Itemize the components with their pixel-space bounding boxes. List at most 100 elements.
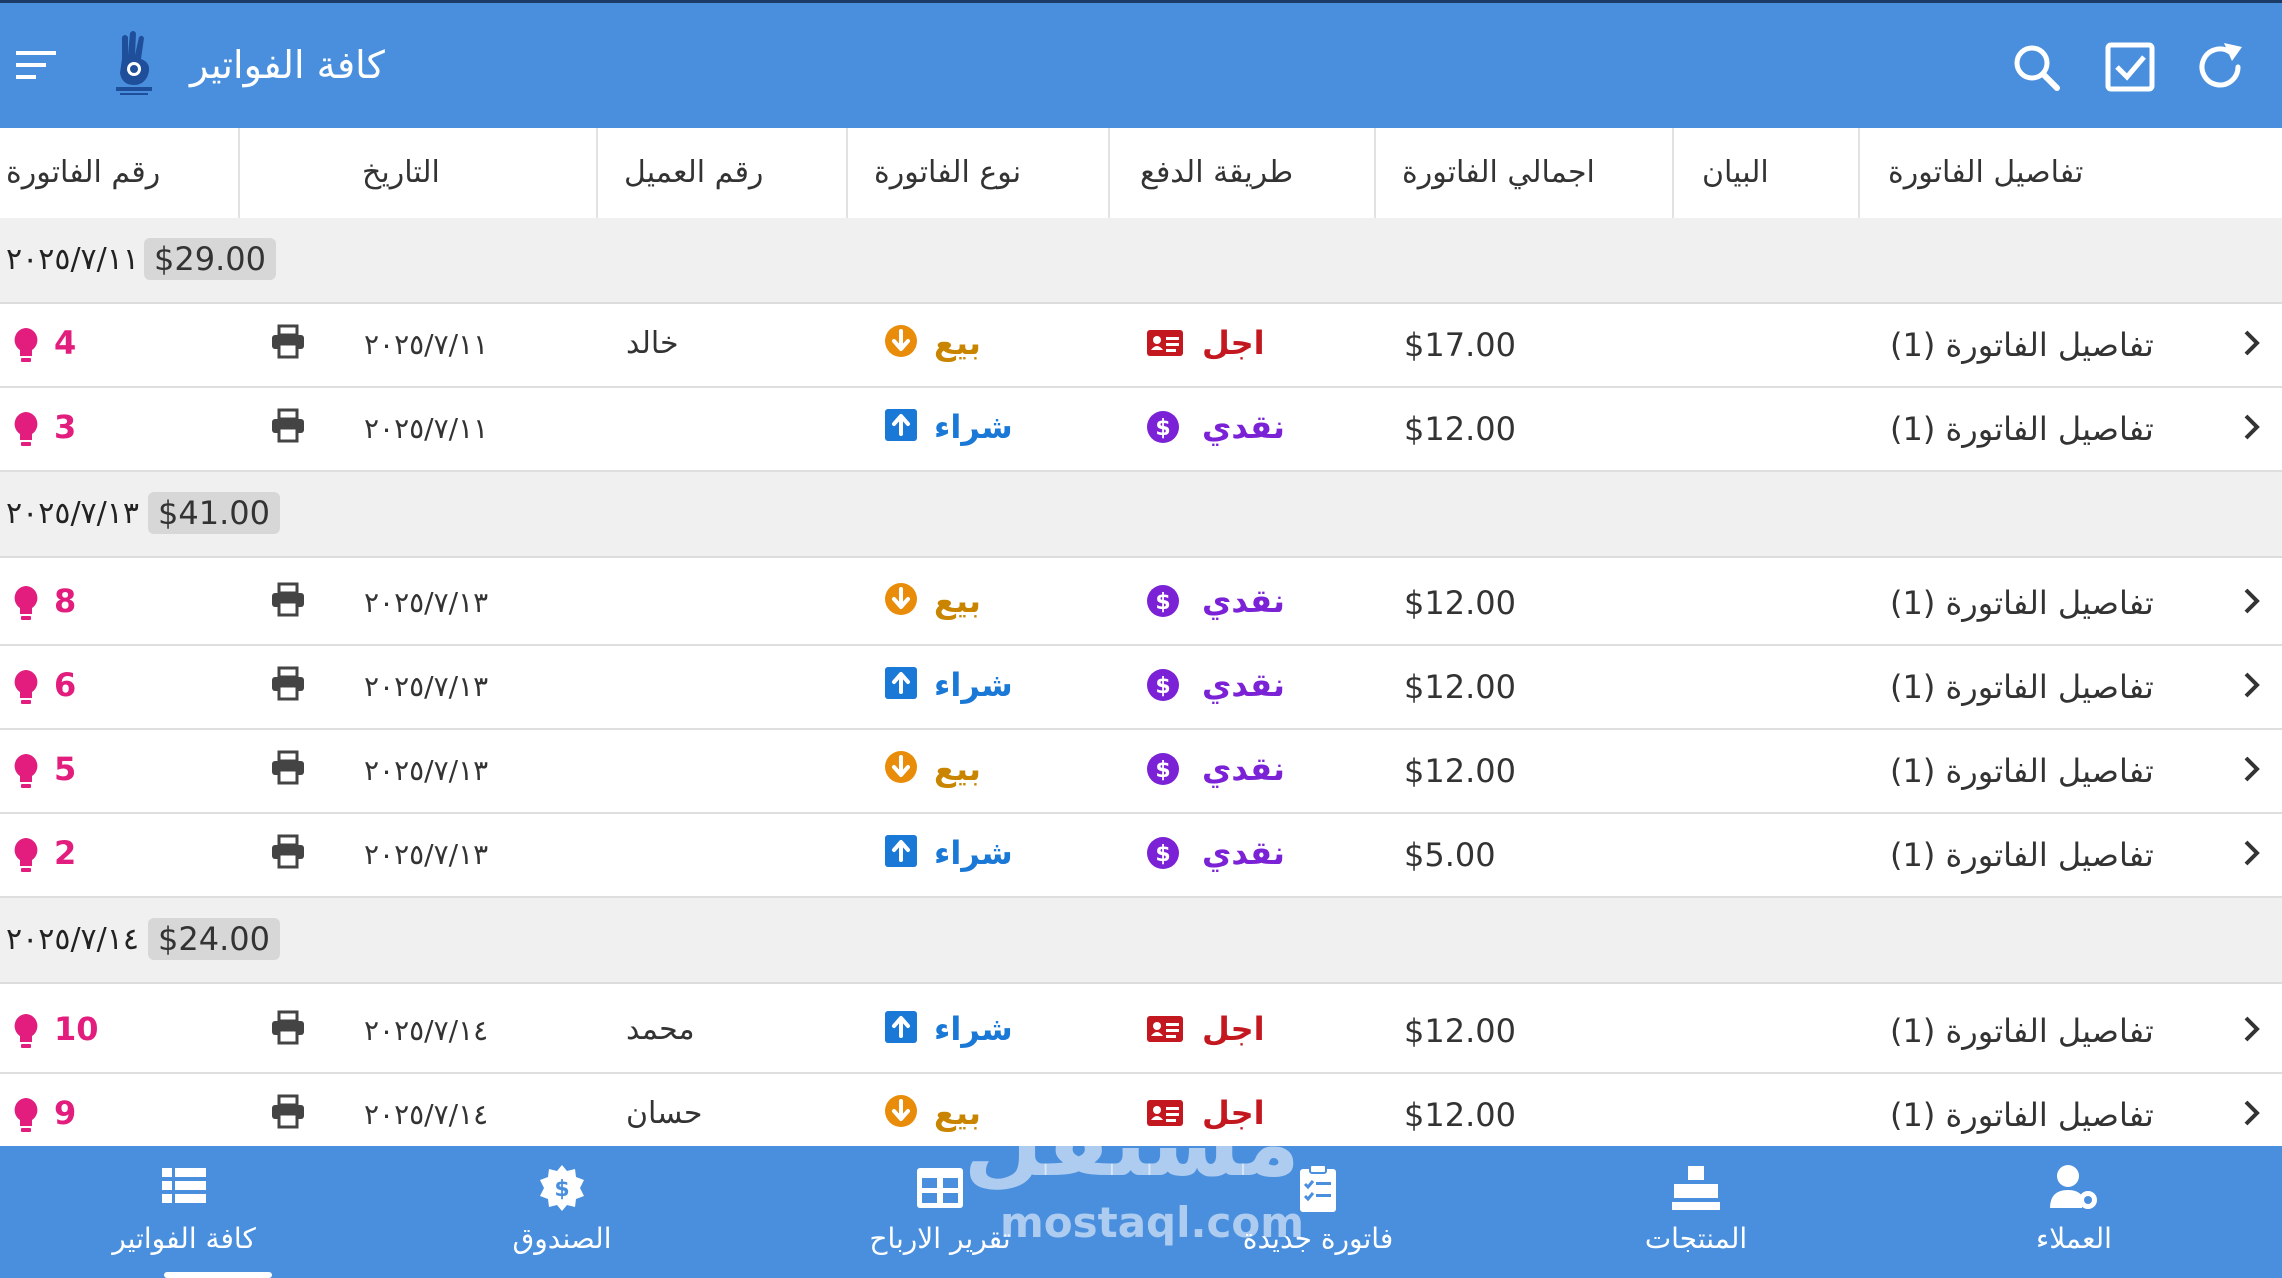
- chevron-right-icon[interactable]: [2240, 328, 2264, 358]
- column-invoice-number[interactable]: رقم الفاتورة: [6, 128, 160, 218]
- invoice-details-link[interactable]: تفاصيل الفاتورة (1): [1890, 326, 2154, 364]
- payment-method-label: اجل: [1202, 324, 1265, 362]
- group-total-badge: $29.00: [144, 238, 276, 280]
- column-invoice-total[interactable]: اجمالي الفاتورة: [1402, 128, 1595, 218]
- lightbulb-icon[interactable]: [12, 326, 40, 366]
- payment-method-label: نقدي: [1202, 666, 1285, 704]
- sale-arrow-down-icon: [885, 1095, 917, 1127]
- invoice-details-link[interactable]: تفاصيل الفاتورة (1): [1890, 584, 2154, 622]
- products-icon: [1672, 1166, 1720, 1210]
- invoice-date: ٢٠٢٥/٧/١٣: [364, 586, 489, 619]
- column-divider: [1672, 128, 1674, 218]
- payment-method-label: نقدي: [1202, 582, 1285, 620]
- nav-all-invoices[interactable]: كافة الفواتير: [34, 1146, 334, 1278]
- invoice-amount: $12.00: [1404, 584, 1516, 622]
- group-date: ٢٠٢٥/٧/١١: [6, 242, 140, 277]
- column-invoice-type[interactable]: نوع الفاتورة: [874, 128, 1021, 218]
- printer-icon[interactable]: [270, 324, 306, 360]
- invoice-details-link[interactable]: تفاصيل الفاتورة (1): [1890, 1012, 2154, 1050]
- nav-label: الصندوق: [512, 1222, 612, 1255]
- purchase-arrow-up-icon: [885, 835, 917, 867]
- invoice-row[interactable]: 8 ٢٠٢٥/٧/١٣ بيع $ نقدي $12.00 تفاصيل الف…: [0, 562, 2282, 646]
- lightbulb-icon[interactable]: [12, 668, 40, 708]
- column-invoice-details[interactable]: تفاصيل الفاتورة: [1888, 128, 2083, 218]
- chevron-right-icon[interactable]: [2240, 670, 2264, 700]
- lightbulb-icon[interactable]: [12, 1096, 40, 1136]
- lightbulb-icon[interactable]: [12, 836, 40, 876]
- invoice-amount: $17.00: [1404, 326, 1516, 364]
- app-bar: كافة الفواتير: [0, 0, 2282, 128]
- invoice-amount: $12.00: [1404, 1012, 1516, 1050]
- sale-arrow-down-icon: [885, 325, 917, 357]
- invoice-row[interactable]: 4 ٢٠٢٥/٧/١١ خالد بيع اجل $17.00 تفاصيل ا…: [0, 304, 2282, 388]
- invoice-type-label: شراء: [934, 666, 1013, 704]
- printer-icon[interactable]: [270, 582, 306, 618]
- printer-icon[interactable]: [270, 834, 306, 870]
- invoice-details-link[interactable]: تفاصيل الفاتورة (1): [1890, 668, 2154, 706]
- date-group-header[interactable]: ٢٠٢٥/٧/١١ $29.00: [0, 218, 2282, 304]
- invoice-details-link[interactable]: تفاصيل الفاتورة (1): [1890, 1096, 2154, 1134]
- printer-icon[interactable]: [270, 750, 306, 786]
- invoice-date: ٢٠٢٥/٧/١٣: [364, 838, 489, 871]
- invoice-type-label: بيع: [934, 582, 981, 620]
- chevron-right-icon[interactable]: [2240, 586, 2264, 616]
- printer-icon[interactable]: [270, 1094, 306, 1130]
- chevron-right-icon[interactable]: [2240, 754, 2264, 784]
- chevron-right-icon[interactable]: [2240, 412, 2264, 442]
- invoice-details-link[interactable]: تفاصيل الفاتورة (1): [1890, 752, 2154, 790]
- printer-icon[interactable]: [270, 408, 306, 444]
- sale-arrow-down-icon: [885, 583, 917, 615]
- invoice-row[interactable]: 3 ٢٠٢٥/٧/١١ شراء $ نقدي $12.00 تفاصيل ال…: [0, 388, 2282, 472]
- column-divider: [596, 128, 598, 218]
- svg-text:$: $: [1155, 842, 1170, 867]
- sort-menu-icon[interactable]: [12, 41, 60, 89]
- invoice-date: ٢٠٢٥/٧/١١: [364, 328, 489, 361]
- column-date[interactable]: التاريخ: [362, 128, 440, 218]
- date-group-header[interactable]: ٢٠٢٥/٧/١٣ $41.00: [0, 472, 2282, 558]
- invoice-details-link[interactable]: تفاصيل الفاتورة (1): [1890, 836, 2154, 874]
- invoice-amount: $5.00: [1404, 836, 1496, 874]
- column-divider: [1858, 128, 1860, 218]
- svg-text:$: $: [1155, 674, 1170, 699]
- invoice-row[interactable]: 10 ٢٠٢٥/٧/١٤ محمد شراء اجل $12.00 تفاصيل…: [0, 990, 2282, 1074]
- invoice-type-label: بيع: [934, 324, 981, 362]
- refresh-icon[interactable]: [2192, 39, 2248, 95]
- select-all-checkbox-icon[interactable]: [2102, 39, 2158, 95]
- column-customer-number[interactable]: رقم العميل: [624, 128, 763, 218]
- lightbulb-icon[interactable]: [12, 584, 40, 624]
- group-date: ٢٠٢٥/٧/١٣: [6, 496, 140, 531]
- column-payment-method[interactable]: طريقة الدفع: [1140, 128, 1293, 218]
- printer-icon[interactable]: [270, 666, 306, 702]
- dollar-coin-icon: $: [1147, 585, 1179, 617]
- nav-products[interactable]: المنتجات: [1546, 1146, 1846, 1278]
- lightbulb-icon[interactable]: [12, 752, 40, 792]
- printer-icon[interactable]: [270, 1010, 306, 1046]
- column-description[interactable]: البيان: [1702, 128, 1769, 218]
- app-logo: [116, 31, 152, 95]
- invoice-date: ٢٠٢٥/٧/١٣: [364, 754, 489, 787]
- chevron-right-icon[interactable]: [2240, 1098, 2264, 1128]
- chevron-right-icon[interactable]: [2240, 1014, 2264, 1044]
- nav-cashbox[interactable]: $ الصندوق: [412, 1146, 712, 1278]
- date-group-header[interactable]: ٢٠٢٥/٧/١٤ $24.00: [0, 898, 2282, 984]
- list-icon: [162, 1168, 206, 1203]
- invoice-row[interactable]: 5 ٢٠٢٥/٧/١٣ بيع $ نقدي $12.00 تفاصيل الف…: [0, 730, 2282, 814]
- lightbulb-icon[interactable]: [12, 1012, 40, 1052]
- group-total-badge: $24.00: [148, 918, 280, 960]
- invoice-row[interactable]: 2 ٢٠٢٥/٧/١٣ شراء $ نقدي $5.00 تفاصيل الف…: [0, 814, 2282, 898]
- column-divider: [1374, 128, 1376, 218]
- invoice-details-link[interactable]: تفاصيل الفاتورة (1): [1890, 410, 2154, 448]
- column-divider: [238, 128, 240, 218]
- invoice-amount: $12.00: [1404, 668, 1516, 706]
- nav-label: المنتجات: [1644, 1222, 1748, 1255]
- report-grid-icon: [917, 1168, 963, 1208]
- search-icon[interactable]: [2008, 39, 2064, 95]
- invoice-number: 9: [54, 1094, 77, 1132]
- active-tab-indicator: [164, 1272, 272, 1278]
- invoice-row[interactable]: 6 ٢٠٢٥/٧/١٣ شراء $ نقدي $12.00 تفاصيل ال…: [0, 646, 2282, 730]
- svg-text:$: $: [1155, 590, 1170, 615]
- watermark-text: مستقل: [963, 1090, 1300, 1197]
- chevron-right-icon[interactable]: [2240, 838, 2264, 868]
- lightbulb-icon[interactable]: [12, 410, 40, 450]
- nav-customers[interactable]: العملاء: [1924, 1146, 2224, 1278]
